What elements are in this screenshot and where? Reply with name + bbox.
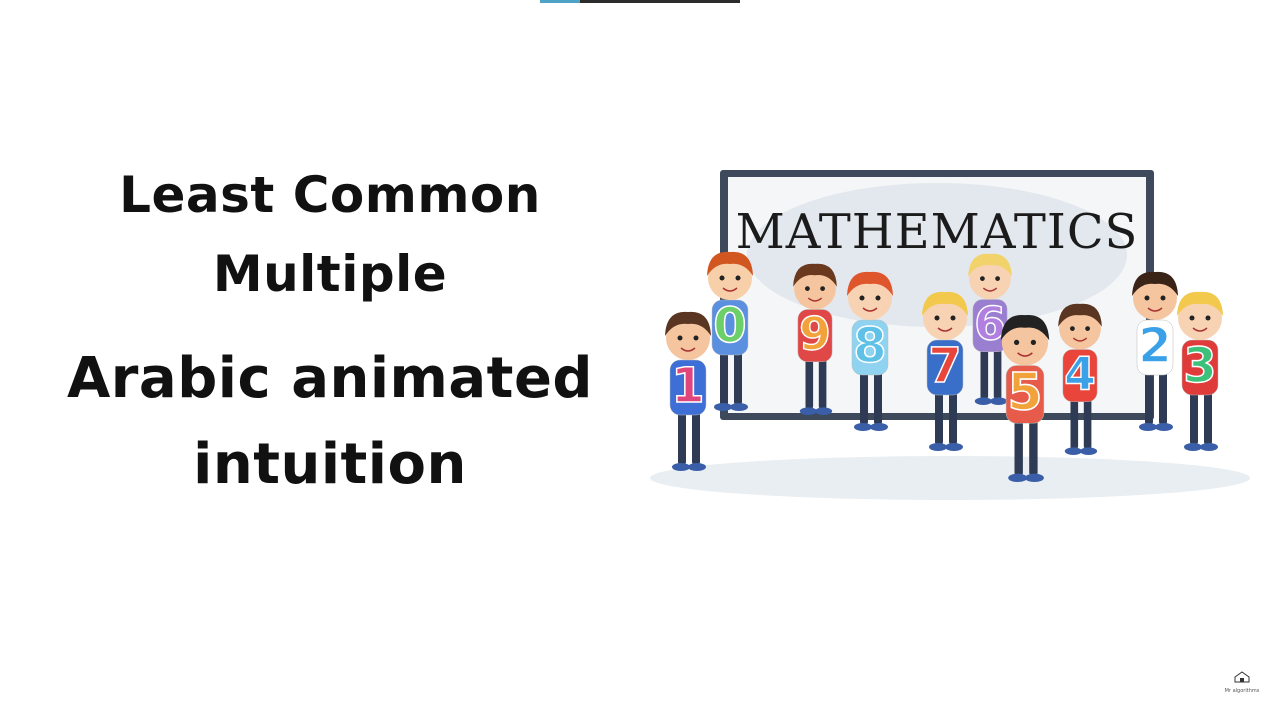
kid-eye <box>719 275 725 281</box>
kid-leg <box>935 390 943 445</box>
kid-leg <box>1204 390 1212 445</box>
kid-eye <box>735 275 741 281</box>
watermark: Mr algorithms <box>1222 668 1262 696</box>
kid-number: 6 <box>974 297 1006 350</box>
kid-eye <box>1085 326 1090 331</box>
top-progress-segment <box>540 0 580 3</box>
kid-shoe <box>1184 443 1202 451</box>
kid-eye <box>934 315 940 321</box>
kid-eye <box>1189 315 1195 321</box>
house-icon <box>1234 671 1250 683</box>
kid-shoe <box>688 463 706 471</box>
kid-leg <box>1029 418 1038 476</box>
kid-eye <box>1160 295 1166 301</box>
kid-leg <box>1190 390 1198 445</box>
title-line-2: Multiple <box>212 245 448 303</box>
kid-shoe <box>1155 423 1173 431</box>
kid-shoe <box>990 397 1008 405</box>
kid-eye <box>875 295 881 301</box>
kid-leg <box>818 357 827 410</box>
kid-shoe <box>815 407 833 415</box>
kid-leg <box>1083 397 1092 450</box>
kid-shoe <box>945 443 963 451</box>
kid-number: 5 <box>1007 363 1042 422</box>
kid-shoe <box>974 397 992 405</box>
kid-shoe <box>870 423 888 431</box>
kid-leg <box>734 350 742 405</box>
title-line-4: intuition <box>193 432 467 497</box>
kid-shoe <box>714 403 732 411</box>
watermark-text: Mr algorithms <box>1224 688 1260 694</box>
kid-leg <box>720 350 728 405</box>
kid-leg <box>1145 370 1153 425</box>
kid-shoe <box>1139 423 1157 431</box>
kid-figure: 7 <box>922 291 968 451</box>
kid-number: 7 <box>928 338 961 394</box>
ground-shadow <box>650 456 1250 500</box>
kid-number: 2 <box>1138 318 1171 374</box>
kid-shoe <box>1200 443 1218 451</box>
kid-leg <box>1159 370 1167 425</box>
kid-eye <box>980 276 985 281</box>
kid-eye <box>820 286 825 291</box>
kid-number: 8 <box>853 318 886 374</box>
kid-number: 4 <box>1064 347 1096 400</box>
kid-leg <box>692 410 700 465</box>
kid-eye <box>805 286 810 291</box>
kid-shoe <box>1008 473 1028 483</box>
kid-eye <box>1030 339 1037 346</box>
kid-leg <box>805 357 814 410</box>
kid-number: 0 <box>713 298 746 354</box>
kid-number: 9 <box>799 307 831 360</box>
kid-number: 1 <box>671 358 704 414</box>
kid-eye <box>1205 315 1211 321</box>
title-line-1: Least Common <box>119 166 541 224</box>
kid-shoe <box>1064 447 1082 455</box>
kid-eye <box>693 335 699 341</box>
kid-eye <box>1144 295 1150 301</box>
kid-eye <box>1013 339 1020 346</box>
kid-leg <box>949 390 957 445</box>
kid-leg <box>993 347 1002 400</box>
kid-leg <box>980 347 989 400</box>
title-line-3: Arabic animated <box>66 346 594 411</box>
kid-eye <box>950 315 956 321</box>
kid-leg <box>678 410 686 465</box>
kid-figure: 4 <box>1058 303 1102 455</box>
kid-shoe <box>730 403 748 411</box>
kid-shoe <box>1025 473 1044 483</box>
kid-eye <box>677 335 683 341</box>
kid-leg <box>860 370 868 425</box>
kid-shoe <box>929 443 947 451</box>
top-progress-bar <box>540 0 740 3</box>
kid-leg <box>1070 397 1079 450</box>
kid-number: 3 <box>1183 338 1216 394</box>
kid-shoe <box>1080 447 1098 455</box>
kid-leg <box>874 370 882 425</box>
kid-shoe <box>799 407 817 415</box>
kid-eye <box>1070 326 1075 331</box>
mathematics-illustration: MATHEMATICS 10 9 8 765 4 2 3 <box>650 170 1250 500</box>
kid-shoe <box>672 463 690 471</box>
kid-shoe <box>854 423 872 431</box>
kid-leg <box>1014 418 1023 476</box>
kid-figure: 1 <box>665 311 711 471</box>
board-label: MATHEMATICS <box>736 204 1139 260</box>
kid-figure: 3 <box>1177 291 1223 451</box>
kid-eye <box>859 295 865 301</box>
kid-eye <box>995 276 1000 281</box>
